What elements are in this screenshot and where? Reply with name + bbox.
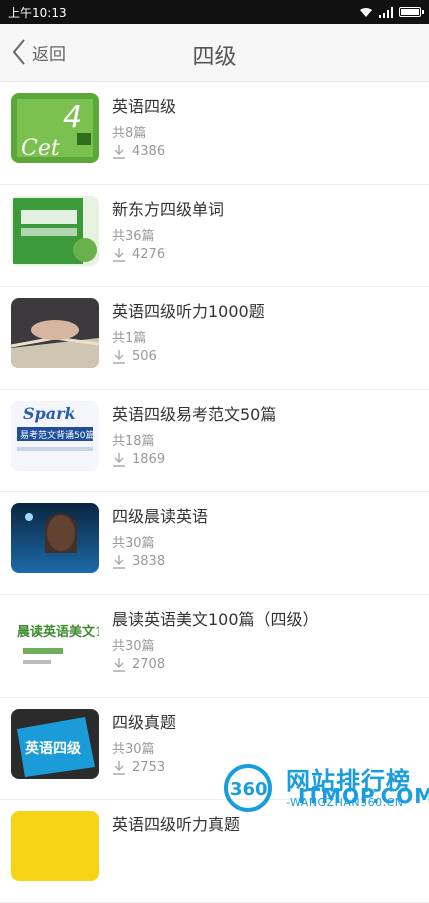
download-count: 3838	[112, 554, 165, 569]
download-icon	[113, 555, 125, 570]
book-list: 4 Cet 英语四级 共8篇 4386 新东方四级单词 共36篇 4276 英语…	[0, 82, 429, 903]
book-title: 英语四级听力真题	[112, 815, 241, 835]
book-count: 共36篇	[112, 228, 155, 244]
download-number: 4276	[132, 246, 166, 262]
download-count: 506	[112, 349, 157, 364]
book-count: 共8篇	[112, 126, 147, 141]
book-cover	[11, 811, 99, 882]
cover-title: 易考范文背诵50篇	[20, 429, 94, 441]
download-number: 3838	[132, 554, 166, 570]
book-title: 新东方四级单词	[112, 199, 225, 219]
signal-icon	[379, 6, 393, 18]
cover-title: 晨读英语美文100	[17, 624, 99, 640]
download-number: 2753	[132, 759, 166, 775]
download-icon	[113, 350, 125, 364]
cover-title: 英语四级	[24, 740, 82, 757]
cover-brand: Spark	[23, 404, 76, 423]
download-icon	[113, 657, 125, 672]
book-row[interactable]: 英语四级听力1000题 共1篇 506	[0, 287, 429, 390]
book-title: 四级真题	[112, 712, 177, 732]
download-icon	[113, 452, 125, 467]
book-cover: 晨读英语美文100	[11, 605, 99, 676]
status-time: 上午10:13	[8, 5, 67, 20]
book-cover: 英语四级	[11, 708, 99, 779]
cover-digit: 4	[63, 100, 82, 135]
book-cover	[11, 195, 99, 266]
book-title: 英语四级易考范文50篇	[112, 404, 277, 424]
book-count: 共18篇	[112, 433, 155, 449]
cover-word: Cet	[21, 136, 60, 161]
book-row[interactable]: 英语四级听力真题	[0, 800, 429, 903]
download-count: 1869	[112, 452, 165, 467]
book-cover	[11, 298, 99, 369]
book-title: 英语四级	[112, 97, 177, 116]
book-count: 共1篇	[112, 331, 147, 347]
book-cover: 4 Cet	[11, 93, 99, 163]
status-bar: 上午10:13	[0, 0, 429, 24]
book-title: 四级晨读英语	[112, 507, 209, 527]
status-icons	[359, 6, 424, 18]
download-number: 1869	[132, 451, 166, 467]
book-row[interactable]: 4 Cet 英语四级 共8篇 4386	[0, 82, 429, 185]
battery-icon	[399, 7, 424, 17]
download-number: 4386	[132, 144, 166, 159]
download-count: 2708	[112, 657, 165, 672]
page-title: 四级	[192, 45, 237, 70]
download-count: 4386	[112, 144, 165, 159]
book-title: 晨读英语美文100篇（四级）	[112, 609, 319, 629]
download-number: 2708	[132, 656, 166, 672]
download-number: 506	[132, 349, 157, 365]
book-cover	[11, 503, 99, 574]
book-count: 共30篇	[112, 536, 155, 552]
download-icon	[113, 760, 125, 775]
book-count: 共30篇	[112, 741, 155, 757]
book-row[interactable]: Spark 易考范文背诵50篇 英语四级易考范文50篇 共18篇 1869	[0, 390, 429, 493]
book-row[interactable]: 四级晨读英语 共30篇 3838	[0, 492, 429, 595]
download-icon	[113, 247, 125, 262]
nav-bar: 返回 四级	[0, 24, 429, 82]
book-row[interactable]: 晨读英语美文100 晨读英语美文100篇（四级） 共30篇 2708	[0, 595, 429, 698]
book-row[interactable]: 新东方四级单词 共36篇 4276	[0, 185, 429, 288]
wifi-icon	[360, 7, 372, 17]
download-count: 4276	[112, 247, 165, 262]
book-cover: Spark 易考范文背诵50篇	[11, 400, 99, 471]
watermark-overlay: ITMOP.COM	[298, 784, 429, 808]
book-title: 英语四级听力1000题	[112, 302, 265, 322]
download-icon	[113, 145, 125, 159]
download-count: 2753	[112, 760, 165, 775]
book-count: 共30篇	[112, 638, 155, 654]
